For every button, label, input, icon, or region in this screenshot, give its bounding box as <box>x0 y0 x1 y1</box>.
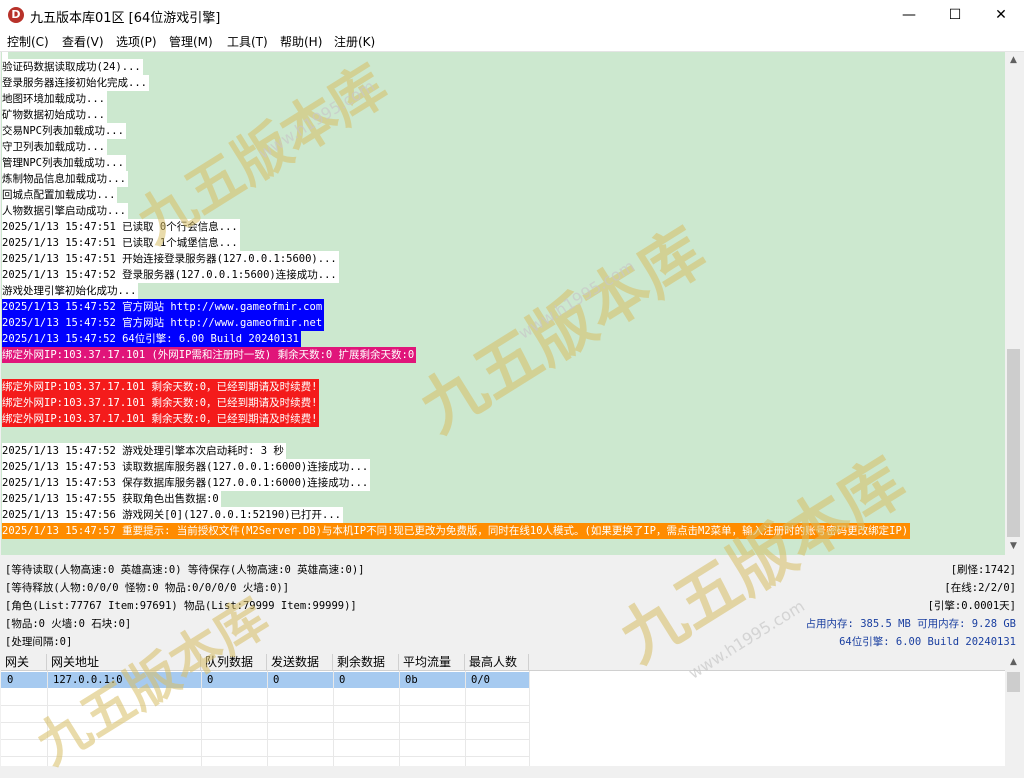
log-line: 2025/1/13 15:47:56 游戏网关[0](127.0.0.1:521… <box>2 507 344 523</box>
log-scrollbar[interactable]: ▲ ▼ <box>1005 52 1022 555</box>
grid-line <box>529 671 530 766</box>
log-line: 2025/1/13 15:47:52 官方网站 http://www.gameo… <box>2 315 325 331</box>
log-line-blank <box>2 427 4 443</box>
log-line: 2025/1/13 15:47:52 游戏处理引擎本次启动耗时: 3 秒 <box>2 443 286 459</box>
grid-line <box>333 671 334 766</box>
table-scrollbar[interactable]: ▲ <box>1005 654 1022 766</box>
col-queue-data[interactable]: 队列数据 <box>201 654 267 671</box>
col-gateway[interactable]: 网关 <box>1 654 47 671</box>
col-max-users[interactable]: 最高人数 <box>465 654 529 671</box>
maximize-button[interactable]: ☐ <box>932 0 978 30</box>
col-gateway-address[interactable]: 网关地址 <box>47 654 201 671</box>
grid-line <box>267 671 268 766</box>
log-line: 回城点配置加载成功... <box>2 187 118 203</box>
log-line: 2025/1/13 15:47:55 获取角色出售数据:0 <box>2 491 221 507</box>
log-line-blank <box>2 363 4 379</box>
col-send-data[interactable]: 发送数据 <box>267 654 333 671</box>
app-logo-icon: D <box>8 7 24 23</box>
status-refresh: [刷怪:1742] <box>950 564 1016 576</box>
log-line: 2025/1/13 15:47:52 官方网站 http://www.gameo… <box>2 299 325 315</box>
status-wait-read: [等待读取(人物高速:0 英雄高速:0) 等待保存(人物高速:0 英雄高速:0)… <box>5 564 365 576</box>
cell-send-data: 0 <box>273 674 280 686</box>
grid-line <box>47 671 48 766</box>
minimize-button[interactable]: — <box>886 0 932 30</box>
log-line: 矿物数据初始成功... <box>2 107 107 123</box>
menu-bar: 控制(C) 查看(V) 选项(P) 管理(M) 工具(T) 帮助(H) 注册(K… <box>0 30 1024 52</box>
col-avg-traffic[interactable]: 平均流量 <box>399 654 465 671</box>
window-title: 九五版本库01区 [64位游戏引擎] <box>30 11 221 26</box>
grid-line <box>1 739 529 740</box>
menu-tools[interactable]: 工具(T) <box>227 33 268 50</box>
status-items-firewall: [物品:0 火墙:0 石块:0] <box>5 618 132 630</box>
log-line: 绑定外网IP:103.37.17.101 剩余天数:0，已经到期请及时续费! <box>2 395 320 411</box>
menu-help[interactable]: 帮助(H) <box>280 33 322 50</box>
log-line: 交易NPC列表加载成功... <box>2 123 126 139</box>
log-line: 绑定外网IP:103.37.17.101 剩余天数:0，已经到期请及时续费! <box>2 379 320 395</box>
title-bar: D 九五版本库01区 [64位游戏引擎] — ☐ ✕ <box>0 0 1024 30</box>
cell-remaining-data: 0 <box>339 674 346 686</box>
status-wait-release: [等待释放(人物:0/0/0 怪物:0 物品:0/0/0/0 火墙:0)] <box>5 582 290 594</box>
scroll-down-icon[interactable]: ▼ <box>1005 538 1022 555</box>
col-remaining-data[interactable]: 剩余数据 <box>333 654 399 671</box>
log-line: 绑定外网IP:103.37.17.101 (外网IP需和注册时一致) 剩余天数:… <box>2 347 417 363</box>
log-line: 炼制物品信息加载成功... <box>2 171 128 187</box>
menu-control[interactable]: 控制(C) <box>7 33 49 50</box>
grid-line <box>1 756 529 757</box>
log-line: 2025/1/13 15:47:52 登录服务器(127.0.0.1:5600)… <box>2 267 339 283</box>
log-line: 2025/1/13 15:47:51 已读取 1个城堡信息... <box>2 235 240 251</box>
log-line: 守卫列表加载成功... <box>2 139 107 155</box>
server-log[interactable]: 验证码数据读取成功(24)... 登录服务器连接初始化完成... 地图环境加载成功.… <box>1 52 1005 555</box>
grid-line <box>399 671 400 766</box>
menu-view[interactable]: 查看(V) <box>62 33 104 50</box>
menu-register[interactable]: 注册(K) <box>334 33 375 50</box>
log-line: 游戏处理引擎初始化成功... <box>2 283 139 299</box>
cell-max-users: 0/0 <box>471 674 490 686</box>
close-button[interactable]: ✕ <box>978 0 1024 30</box>
status-interval: [处理间隔:0] <box>5 636 73 648</box>
log-line: 2025/1/13 15:47:53 读取数据库服务器(127.0.0.1:60… <box>2 459 371 475</box>
log-line: 管理NPC列表加载成功... <box>2 155 126 171</box>
cell-gateway: 0 <box>7 674 14 686</box>
menu-manage[interactable]: 管理(M) <box>169 33 213 50</box>
cell-queue-data: 0 <box>207 674 214 686</box>
log-line: 登录服务器连接初始化完成... <box>2 75 149 91</box>
log-line: 2025/1/13 15:47:51 开始连接登录服务器(127.0.0.1:5… <box>2 251 339 267</box>
grid-line <box>1 705 529 706</box>
menu-options[interactable]: 选项(P) <box>116 33 157 50</box>
cell-avg-traffic: 0b <box>405 674 418 686</box>
grid-line <box>465 671 466 766</box>
log-line: 绑定外网IP:103.37.17.101 剩余天数:0，已经到期请及时续费! <box>2 411 320 427</box>
log-line: 地图环境加载成功... <box>2 91 107 107</box>
log-line: 人物数据引擎启动成功... <box>2 203 128 219</box>
status-engine: [引擎:0.0001天] <box>927 600 1016 612</box>
log-line: 2025/1/13 15:47:57 重要提示: 当前授权文件(M2Server… <box>2 523 911 539</box>
status-panel: [等待读取(人物高速:0 英雄高速:0) 等待保存(人物高速:0 英雄高速:0)… <box>0 556 1024 652</box>
log-line: 2025/1/13 15:47:53 保存数据库服务器(127.0.0.1:60… <box>2 475 371 491</box>
log-line: 验证码数据读取成功(24)... <box>2 59 143 75</box>
status-online: [在线:2/2/0] <box>944 582 1016 594</box>
grid-line <box>1 722 529 723</box>
col-filler <box>529 654 1005 671</box>
status-version: 64位引擎: 6.00 Build 20240131 <box>839 636 1016 648</box>
scroll-thumb[interactable] <box>1007 672 1020 692</box>
status-roles-items: [角色(List:77767 Item:97691) 物品(List:79999… <box>5 600 357 612</box>
scroll-thumb[interactable] <box>1007 349 1020 537</box>
gateway-table[interactable]: 网关 网关地址 队列数据 发送数据 剩余数据 平均流量 最高人数 0 127.0… <box>1 654 1005 766</box>
log-line: 2025/1/13 15:47:51 已读取 0个行会信息... <box>2 219 240 235</box>
grid-line <box>201 671 202 766</box>
cell-gateway-address: 127.0.0.1:0 <box>53 674 123 686</box>
log-line: 2025/1/13 15:47:52 64位引擎: 6.00 Build 202… <box>2 331 302 347</box>
scroll-up-icon[interactable]: ▲ <box>1005 654 1022 671</box>
scroll-up-icon[interactable]: ▲ <box>1005 52 1022 69</box>
status-memory: 占用内存: 385.5 MB 可用内存: 9.28 GB <box>805 618 1016 630</box>
